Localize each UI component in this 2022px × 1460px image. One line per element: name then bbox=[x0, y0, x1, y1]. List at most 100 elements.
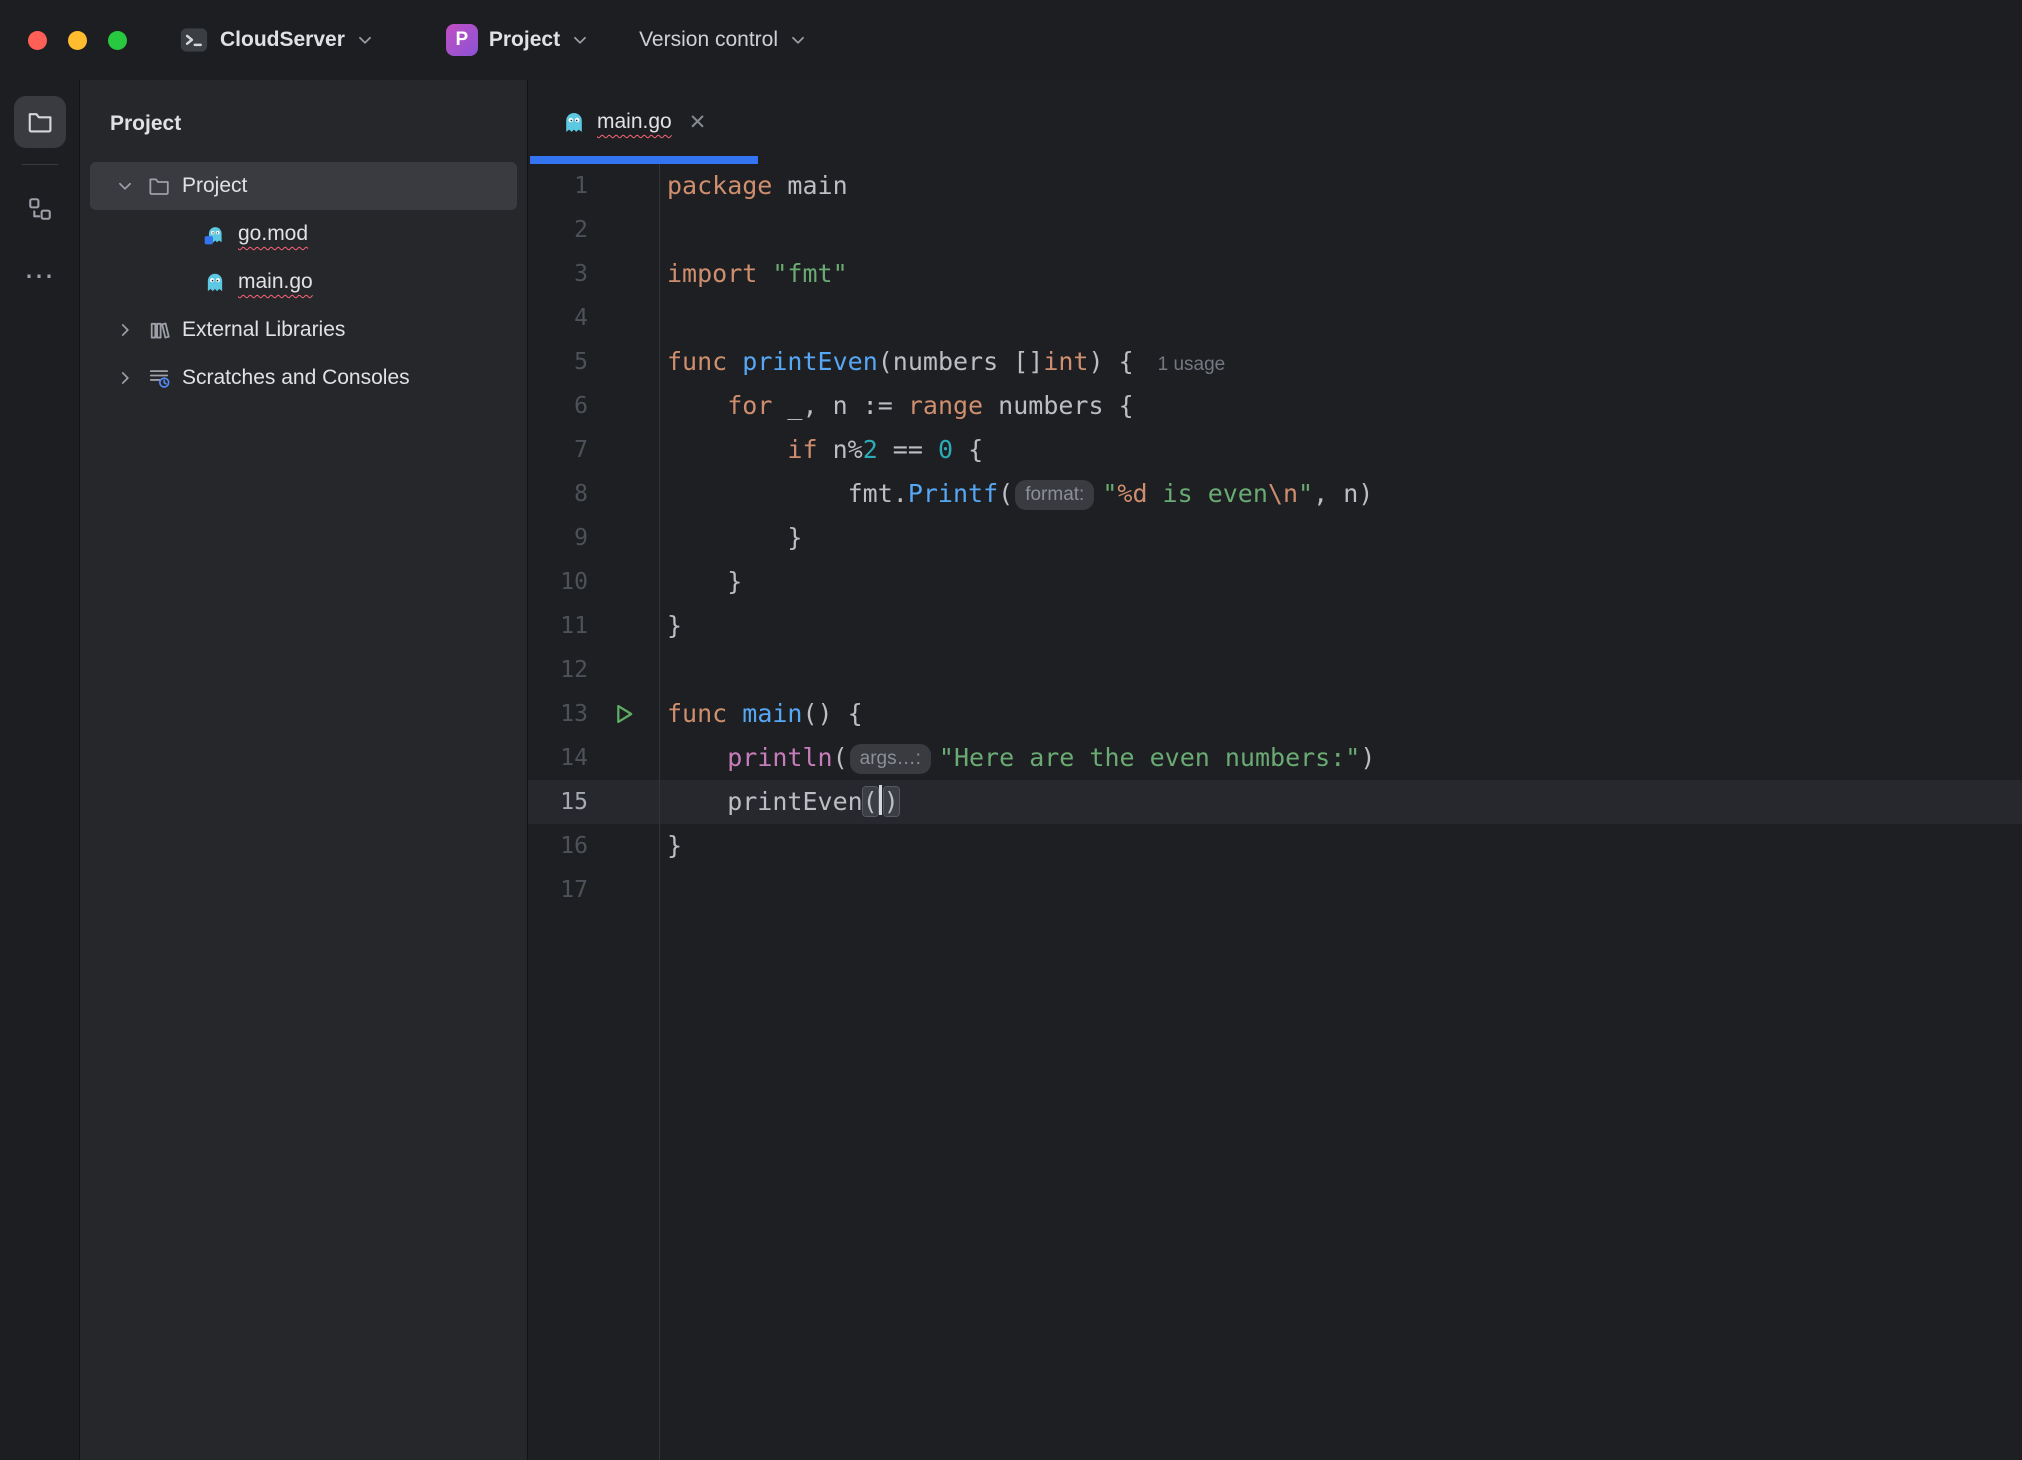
line-number[interactable]: 3 bbox=[528, 252, 588, 296]
tree-item-scratches-and-consoles[interactable]: Scratches and Consoles bbox=[90, 354, 517, 402]
code-line[interactable]: 4 bbox=[528, 296, 2022, 340]
code-line[interactable]: 17 bbox=[528, 868, 2022, 912]
server-name: CloudServer bbox=[220, 28, 345, 51]
titlebar: CloudServer P Project Version control bbox=[0, 0, 2022, 80]
line-number[interactable]: 14 bbox=[528, 736, 588, 780]
line-number[interactable]: 15 bbox=[528, 780, 588, 824]
code-token: 2 bbox=[862, 435, 878, 464]
code-text: printEven() bbox=[659, 780, 899, 824]
usage-hint[interactable]: 1 usage bbox=[1158, 354, 1226, 375]
code-token: 0 bbox=[937, 435, 954, 464]
code-line[interactable]: 1 package main bbox=[528, 164, 2022, 208]
line-number[interactable]: 8 bbox=[528, 472, 588, 516]
gutter-space bbox=[588, 428, 659, 472]
main-content: ⋯ Project Project go.mod main.go External L… bbox=[0, 80, 2022, 1460]
project-toolwindow-button[interactable] bbox=[13, 96, 66, 148]
go-file-icon bbox=[198, 271, 232, 293]
gutter: 10 bbox=[528, 560, 659, 604]
code-lines: 1 package main 2 3 import "fmt" 4 5 func printE… bbox=[528, 164, 2022, 912]
line-number[interactable]: 9 bbox=[528, 516, 588, 560]
text-caret bbox=[878, 785, 882, 815]
vcs-widget[interactable]: Version control bbox=[639, 28, 807, 52]
code-text: for _, n := range numbers { bbox=[659, 384, 1133, 428]
code-line[interactable]: 11} bbox=[528, 604, 2022, 648]
window-zoom-button[interactable] bbox=[108, 30, 127, 50]
line-number[interactable]: 4 bbox=[528, 296, 588, 340]
project-selector[interactable]: P Project bbox=[445, 24, 589, 56]
go-mod-file-icon bbox=[198, 223, 232, 245]
gutter-space bbox=[588, 604, 659, 648]
structure-toolwindow-button[interactable] bbox=[14, 183, 66, 235]
code-line[interactable]: 5 func printEven(numbers []int) {1 usage bbox=[528, 340, 2022, 384]
code-line[interactable]: 15 printEven() bbox=[528, 780, 2022, 824]
line-number[interactable]: 11 bbox=[528, 604, 588, 648]
code-line[interactable]: 6 for _, n := range numbers { bbox=[528, 384, 2022, 428]
chevron-right-icon[interactable] bbox=[108, 321, 142, 339]
code-line[interactable]: 7 if n%2 == 0 { bbox=[528, 428, 2022, 472]
code-token: _, n := bbox=[772, 391, 908, 420]
line-number[interactable]: 7 bbox=[528, 428, 588, 472]
code-token: printEven bbox=[667, 787, 863, 816]
code-token: } bbox=[667, 567, 743, 596]
code-line[interactable]: 9 } bbox=[528, 516, 2022, 560]
tree-item-label: Project bbox=[182, 174, 248, 197]
window-minimize-button[interactable] bbox=[68, 30, 87, 50]
gutter: 12 bbox=[528, 648, 659, 692]
tab-main-go[interactable]: main.go ✕ bbox=[528, 80, 732, 164]
gutter-space bbox=[588, 824, 659, 868]
code-line[interactable]: 14 println(args…: "Here are the even numb… bbox=[528, 736, 2022, 780]
code-editor[interactable]: 1 package main 2 3 import "fmt" 4 5 func printE… bbox=[528, 164, 2022, 1460]
code-line[interactable]: 8 fmt.Printf(format: "%d is even\n", n) bbox=[528, 472, 2022, 516]
code-token: ) { bbox=[1088, 347, 1134, 376]
more-toolwindows-button[interactable]: ⋯ bbox=[14, 251, 66, 303]
tree-item-project[interactable]: Project bbox=[90, 162, 517, 210]
close-icon[interactable]: ✕ bbox=[689, 112, 707, 133]
chevron-right-icon[interactable] bbox=[108, 369, 142, 387]
tree-item-label: go.mod bbox=[238, 222, 309, 245]
code-text: func printEven(numbers []int) {1 usage bbox=[659, 340, 1225, 384]
code-line[interactable]: 2 bbox=[528, 208, 2022, 252]
gutter: 1 bbox=[528, 164, 659, 208]
tree-item-go-mod[interactable]: go.mod bbox=[90, 210, 517, 258]
run-gutter-icon[interactable] bbox=[588, 692, 659, 736]
code-line[interactable]: 12 bbox=[528, 648, 2022, 692]
editor-area: main.go ✕ 1 package main 2 3 import "fmt" 4 5 f… bbox=[528, 80, 2022, 1460]
window-close-button[interactable] bbox=[28, 30, 47, 50]
line-number[interactable]: 10 bbox=[528, 560, 588, 604]
line-number[interactable]: 2 bbox=[528, 208, 588, 252]
code-token: main bbox=[772, 171, 848, 200]
tree-item-main-go[interactable]: main.go bbox=[90, 258, 517, 306]
line-number[interactable]: 12 bbox=[528, 648, 588, 692]
line-number[interactable]: 1 bbox=[528, 164, 588, 208]
chevron-down-icon[interactable] bbox=[108, 177, 142, 195]
code-token: , n) bbox=[1313, 479, 1374, 508]
code-token: println bbox=[727, 743, 833, 772]
code-token: is even bbox=[1147, 479, 1268, 508]
line-number[interactable]: 5 bbox=[528, 340, 588, 384]
code-text: if n%2 == 0 { bbox=[659, 428, 983, 472]
code-token: { bbox=[953, 435, 984, 464]
line-number[interactable]: 17 bbox=[528, 868, 588, 912]
line-number[interactable]: 16 bbox=[528, 824, 588, 868]
code-line[interactable]: 3 import "fmt" bbox=[528, 252, 2022, 296]
code-line[interactable]: 16} bbox=[528, 824, 2022, 868]
line-number[interactable]: 6 bbox=[528, 384, 588, 428]
code-token: Printf bbox=[907, 479, 999, 508]
chevron-down-icon bbox=[356, 31, 374, 49]
server-selector[interactable]: CloudServer bbox=[179, 25, 374, 55]
code-line[interactable]: 13 func main() { bbox=[528, 692, 2022, 736]
active-tab-indicator bbox=[530, 156, 758, 164]
project-tree: Project go.mod main.go External Libraries Sc… bbox=[80, 162, 527, 402]
code-line[interactable]: 10 } bbox=[528, 560, 2022, 604]
line-number[interactable]: 13 bbox=[528, 692, 588, 736]
window-controls bbox=[28, 30, 127, 50]
gutter-space bbox=[588, 472, 659, 516]
code-token: fmt. bbox=[667, 479, 908, 508]
code-token: int bbox=[1043, 347, 1089, 376]
tree-item-external-libraries[interactable]: External Libraries bbox=[90, 306, 517, 354]
